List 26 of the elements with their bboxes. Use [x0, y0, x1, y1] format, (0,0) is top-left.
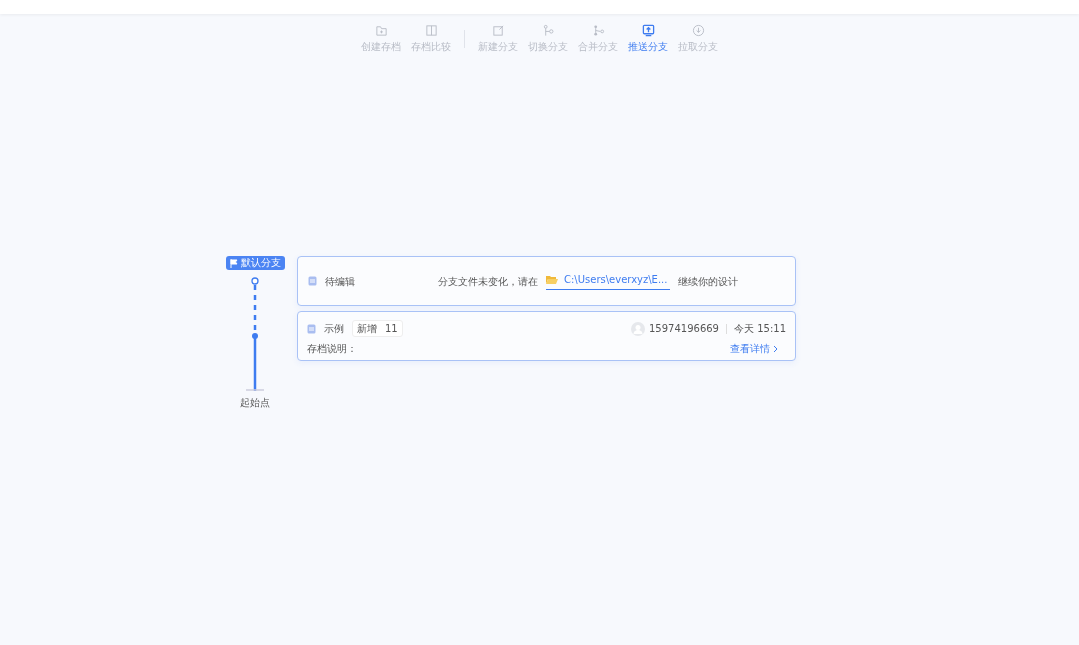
upload-icon [641, 24, 655, 37]
path-link[interactable]: C:\Users\everxyz\E... [546, 272, 671, 290]
chevron-right-icon [773, 345, 778, 353]
toolbar-button[interactable]: 存档比较 [406, 24, 456, 54]
timestamp: 今天 15:11 [734, 322, 786, 336]
tag: 新增 11 [352, 320, 403, 337]
details-link[interactable]: 查看详情 [729, 341, 778, 356]
edit-icon [491, 24, 505, 37]
toolbar-button[interactable]: 推送分支 [623, 24, 673, 54]
message-text: 继续你的设计 [678, 274, 739, 289]
avatar-icon [631, 321, 645, 336]
branch-icon [541, 24, 555, 37]
branch-badge: 默认分支 [225, 256, 285, 270]
columns-icon [424, 24, 438, 37]
card-title: 待编辑 [325, 274, 355, 289]
note-label: 存档说明： [307, 342, 357, 356]
start-label: 起始点 [240, 396, 270, 410]
download-icon [691, 24, 705, 37]
merge-icon [591, 24, 605, 37]
folder-plus-icon [374, 24, 388, 37]
card-title: 示例 [324, 322, 344, 336]
document-icon [307, 323, 316, 334]
message-text: 分支文件未变化，请在 [438, 274, 538, 289]
user-name: 15974196669 [649, 322, 719, 336]
folder-icon [546, 274, 558, 285]
document-icon [308, 276, 317, 286]
